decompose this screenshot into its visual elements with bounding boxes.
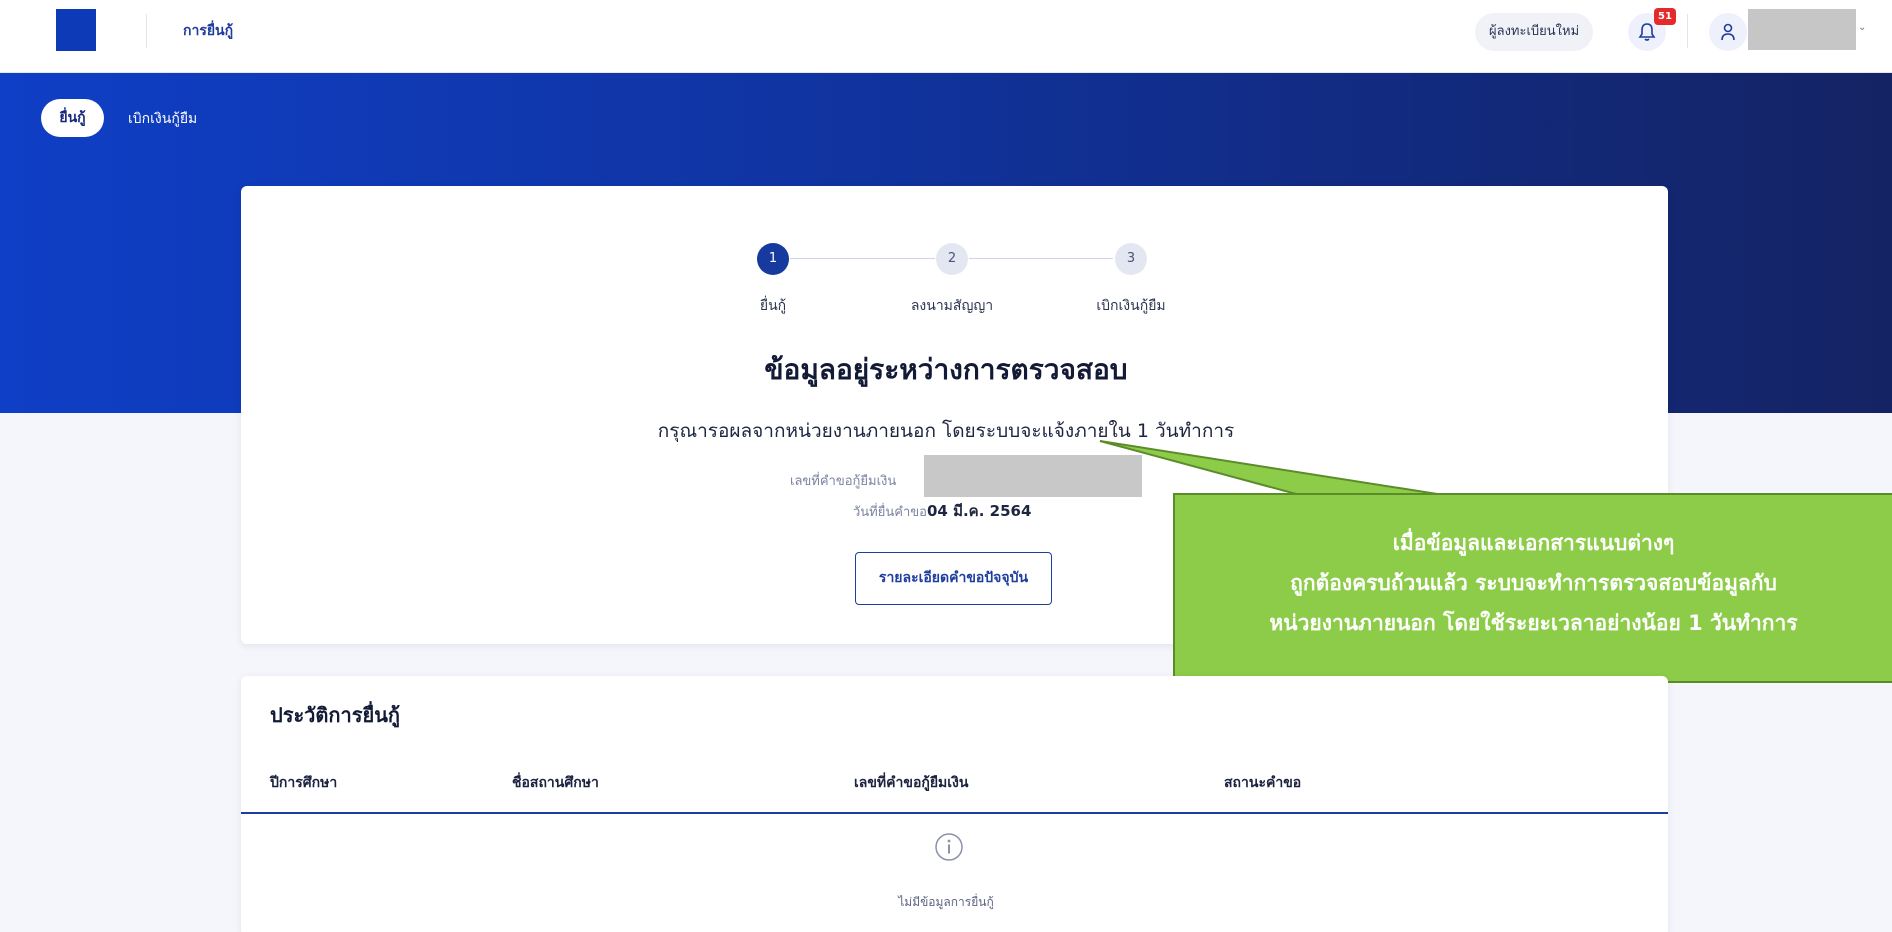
column-header-request-number: เลขที่คำขอกู้ยืมเงิน [854,775,969,791]
column-header-institution: ชื่อสถานศึกษา [512,775,599,791]
column-header-academic-year: ปีการศึกษา [270,775,338,791]
callout-line-2: ถูกต้องครบถ้วนแล้ว ระบบจะทำการตรวจสอบข้อ… [1290,571,1777,595]
callout-line-3: หน่วยงานภายนอก โดยใช้ระยะเวลาอย่างน้อย 1… [1269,611,1798,635]
column-header-request-status: สถานะคำขอ [1224,775,1302,791]
info-icon [935,833,963,861]
table-header-divider [241,812,1668,814]
empty-history-message: ไม่มีข้อมูลการยื่นกู้ [898,895,994,909]
annotation-callout: เมื่อข้อมูลและเอกสารแนบต่างๆ ถูกต้องครบถ… [1173,493,1892,683]
history-title: ประวัติการยื่นกู้ [270,703,400,727]
callout-line-1: เมื่อข้อมูลและเอกสารแนบต่างๆ [1392,531,1675,555]
